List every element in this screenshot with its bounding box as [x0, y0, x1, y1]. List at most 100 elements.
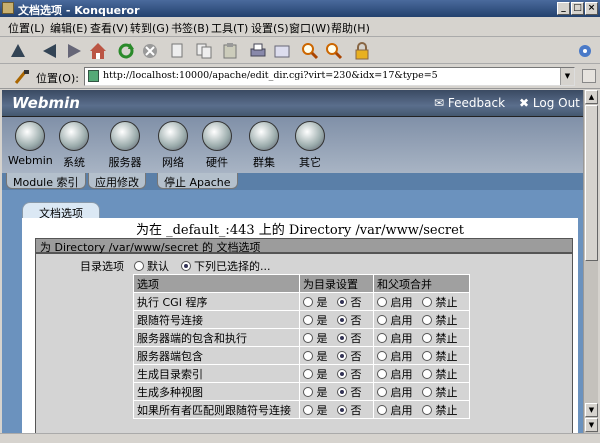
feedback-label: Feedback [447, 96, 506, 110]
no-label: 否 [350, 295, 362, 309]
logout-link[interactable]: ✖ Log Out [519, 96, 580, 110]
menu-settings[interactable]: 设置(S) [251, 20, 289, 36]
disable-label: 禁止 [435, 349, 458, 363]
menu-edit[interactable]: 编辑(E) [50, 20, 88, 36]
disable-radio[interactable] [422, 350, 432, 361]
up-icon[interactable] [8, 41, 28, 61]
go-icon[interactable] [582, 69, 596, 83]
enable-radio[interactable] [377, 404, 387, 415]
module-index-tab[interactable]: Module 索引 [6, 173, 86, 189]
enable-label: 启用 [390, 367, 413, 381]
clear-location-icon[interactable] [12, 67, 32, 87]
disable-radio[interactable] [422, 386, 432, 397]
scroll-thumb[interactable] [585, 105, 598, 261]
enable-radio[interactable] [377, 350, 387, 361]
no-radio[interactable] [337, 404, 347, 415]
category-system[interactable]: 系统 [52, 121, 96, 170]
yes-radio[interactable] [303, 314, 313, 325]
yes-radio[interactable] [303, 404, 313, 415]
webmin-icon [15, 121, 45, 151]
minimize-button[interactable]: _ [557, 2, 570, 15]
category-label: 其它 [299, 156, 321, 169]
set-for-dir-cell: 是 否 [299, 400, 374, 419]
yes-radio[interactable] [303, 296, 313, 307]
enable-radio[interactable] [377, 386, 387, 397]
security-icon[interactable] [272, 41, 292, 61]
set-for-dir-cell: 是 否 [299, 346, 374, 365]
set-for-dir-cell: 是 否 [299, 382, 374, 401]
category-servers[interactable]: 服务器 [103, 121, 147, 170]
scroll-up-icon[interactable]: ▲ [585, 90, 598, 104]
feedback-link[interactable]: ✉ Feedback [434, 96, 505, 110]
disable-radio[interactable] [422, 332, 432, 343]
copy-icon[interactable] [194, 41, 214, 61]
disable-radio[interactable] [422, 296, 432, 307]
reload-icon[interactable] [116, 41, 136, 61]
no-radio[interactable] [337, 386, 347, 397]
menu-bar: 位置(L) 编辑(E) 查看(V) 转到(G) 书签(B) 工具(T) 设置(S… [0, 17, 600, 37]
disable-radio[interactable] [422, 314, 432, 325]
zoom-out-icon[interactable] [324, 41, 344, 61]
no-radio[interactable] [337, 350, 347, 361]
disable-label: 禁止 [435, 313, 458, 327]
merge-parent-cell: 启用 禁止 [373, 328, 470, 347]
maximize-button[interactable]: □ [571, 2, 584, 15]
no-radio[interactable] [337, 368, 347, 379]
menu-window[interactable]: 窗口(W) [289, 20, 330, 36]
menu-go[interactable]: 转到(G) [130, 20, 169, 36]
url-input[interactable]: http://localhost:10000/apache/edit_dir.c… [84, 67, 575, 86]
yes-radio[interactable] [303, 386, 313, 397]
vertical-scrollbar[interactable]: ▲ ▼ ▼ [583, 90, 598, 433]
stop-icon[interactable] [140, 41, 160, 61]
back-icon[interactable] [40, 41, 60, 61]
category-webmin[interactable]: Webmin [8, 121, 53, 167]
table-row: 跟随符号连接 是 否 启用 禁止 [133, 310, 470, 329]
merge-parent-cell: 启用 禁止 [373, 400, 470, 419]
stop-apache-tab[interactable]: 停止 Apache [157, 173, 238, 189]
enable-radio[interactable] [377, 296, 387, 307]
enable-radio[interactable] [377, 332, 387, 343]
window-icon[interactable] [2, 2, 14, 14]
lock-icon[interactable] [352, 41, 372, 61]
enable-radio[interactable] [377, 314, 387, 325]
category-others[interactable]: 其它 [288, 121, 332, 170]
no-radio[interactable] [337, 296, 347, 307]
no-radio[interactable] [337, 332, 347, 343]
home-icon[interactable] [88, 41, 108, 61]
category-network[interactable]: 网络 [151, 121, 195, 170]
disable-radio[interactable] [422, 368, 432, 379]
yes-radio[interactable] [303, 332, 313, 343]
disable-label: 禁止 [435, 295, 458, 309]
menu-help[interactable]: 帮助(H) [331, 20, 370, 36]
forward-icon[interactable] [64, 41, 84, 61]
set-for-dir-cell: 是 否 [299, 292, 374, 311]
menu-location[interactable]: 位置(L) [8, 20, 45, 36]
default-radio[interactable] [133, 261, 144, 271]
apply-changes-tab[interactable]: 应用修改 [88, 173, 146, 189]
scroll-down2-icon[interactable]: ▼ [585, 418, 598, 432]
menu-bookmarks[interactable]: 书签(B) [171, 20, 209, 36]
category-hardware[interactable]: 硬件 [195, 121, 239, 170]
merge-parent-cell: 启用 禁止 [373, 382, 470, 401]
no-radio[interactable] [337, 314, 347, 325]
settings-icon[interactable] [575, 41, 595, 61]
category-cluster[interactable]: 群集 [242, 121, 286, 170]
category-label: Webmin [8, 154, 53, 167]
scroll-down-icon[interactable]: ▼ [585, 403, 598, 417]
disable-radio[interactable] [422, 404, 432, 415]
paste-icon[interactable] [220, 41, 240, 61]
yes-radio[interactable] [303, 368, 313, 379]
print-icon[interactable] [248, 41, 268, 61]
cut-icon[interactable] [168, 41, 188, 61]
yes-radio[interactable] [303, 350, 313, 361]
webmin-logo[interactable]: Webmin [12, 94, 80, 112]
yes-label: 是 [316, 403, 328, 417]
menu-tools[interactable]: 工具(T) [211, 20, 248, 36]
selected-radio[interactable] [180, 261, 191, 271]
title-bar[interactable]: 文档选项 - Konqueror _ □ × [0, 0, 600, 17]
enable-radio[interactable] [377, 368, 387, 379]
menu-view[interactable]: 查看(V) [90, 20, 128, 36]
url-dropdown-icon[interactable]: ▼ [560, 68, 574, 85]
zoom-in-icon[interactable] [300, 41, 320, 61]
close-button[interactable]: × [585, 2, 598, 15]
